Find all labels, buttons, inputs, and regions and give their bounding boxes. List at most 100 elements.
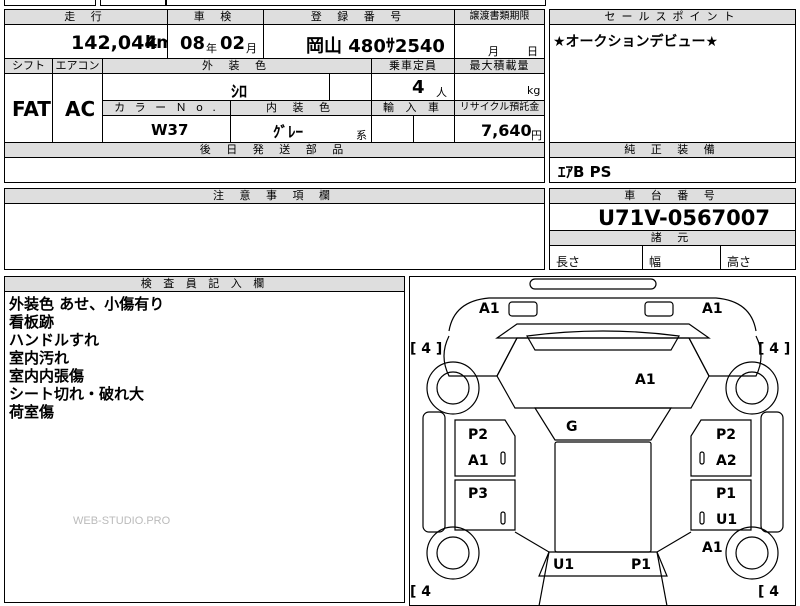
width-label: 幅 (649, 255, 662, 269)
damage-mark-windshield: G (566, 419, 578, 435)
damage-mark-right-p2: P2 (716, 427, 737, 443)
max-load-header: 最大積載量 (454, 58, 545, 74)
width-cell: 幅 (642, 245, 721, 270)
length-label: 長さ (556, 255, 581, 269)
delivery-parts-cell (4, 157, 545, 183)
inspector-note: 看板跡 (9, 313, 55, 331)
damage-mark-left-a1: A1 (468, 453, 489, 469)
mileage-unit: km (145, 33, 167, 53)
left-front-handle (500, 451, 506, 465)
tire-front-right-label: [ 4 ] (758, 341, 791, 357)
rear-left-wheel-inner (436, 536, 470, 570)
inspector-note: 室内内張傷 (9, 367, 85, 385)
inspection-year-unit: 年 (206, 42, 217, 55)
registration-number: 岡山 480ｻ2540 (306, 36, 445, 57)
watermark-text: WEB-STUDIO.PRO (73, 515, 171, 527)
recycle-deposit-value: 7,640 (481, 121, 532, 140)
capacity-cell: 4 人 (371, 73, 455, 101)
front-right-wheel-inner (735, 371, 769, 405)
import-car-cell-a (371, 115, 414, 143)
damage-mark-top-right: A1 (702, 301, 723, 317)
damage-mark-top-left: A1 (479, 301, 500, 317)
left-headlight-shape (508, 301, 538, 317)
capacity-unit: 人 (436, 86, 447, 99)
roof-shape (554, 441, 652, 553)
interior-color-suffix: 系 (356, 129, 367, 142)
damage-mark-left-p2: P2 (468, 427, 489, 443)
right-side-step (760, 411, 784, 533)
ac-cell: AC (52, 73, 103, 143)
exterior-color-value: ｼﾛ (231, 82, 248, 101)
chassis-number-value: U71V-0567007 (598, 206, 770, 230)
inspection-year: 08 (180, 33, 206, 54)
genuine-equipment-header: 純 正 装 備 (549, 142, 796, 158)
car-diagram-box: [ 4 ] [ 4 ] [ 4 [ 4 A1 A1 A1 G P2 A1 P2 … (409, 276, 796, 606)
inspection-month: 02 (220, 33, 246, 54)
chassis-number-cell: U71V-0567007 (549, 203, 796, 231)
genuine-equipment-value: ｴｱB PS (558, 163, 612, 181)
tire-front-left-label: [ 4 ] (410, 341, 443, 357)
registration-header: 登 録 番 号 (263, 9, 455, 25)
damage-mark-right-rear-a1: A1 (702, 540, 723, 556)
left-side-step (422, 411, 446, 533)
registration-cell: 岡山 480ｻ2540 (263, 24, 455, 59)
damage-mark-right-u1: U1 (716, 512, 738, 528)
inspector-notes-cell: 外装色 あせ、小傷有り 看板跡 ハンドルすれ 室内汚れ 室内内張傷 シート切れ・… (4, 291, 405, 603)
right-headlight-shape (644, 301, 674, 317)
damage-mark-rear-p1: P1 (631, 557, 652, 573)
transfer-month-unit: 月 (488, 45, 499, 58)
windshield-shape (533, 407, 673, 441)
rear-right-wheel-inner (735, 536, 769, 570)
top-strip-main (166, 0, 546, 6)
color-number-value: W37 (151, 121, 189, 139)
damage-mark-rear-u1: U1 (553, 557, 575, 573)
inspection-header: 車 検 (167, 9, 264, 25)
front-left-wheel-inner (436, 371, 470, 405)
length-cell: 長さ (549, 245, 643, 270)
sales-point-cell: ★オークションデビュー★ (549, 24, 796, 143)
top-strip-mid (100, 0, 166, 6)
interior-color-value: ｸﾞﾚｰ (273, 123, 304, 141)
left-rear-handle (500, 511, 506, 525)
front-bumper-shape (529, 278, 657, 290)
inspection-cell: 08 年 02 月 (167, 24, 264, 59)
sales-point-header: セールスポイント (549, 9, 796, 25)
exterior-color-extra-cell (329, 73, 372, 101)
front-left-wheel (426, 361, 480, 415)
sales-point-text: ★オークションデビュー★ (553, 34, 719, 50)
interior-color-header: 内 装 色 (230, 100, 372, 116)
shift-header: シフト (4, 58, 53, 74)
left-front-fender (443, 335, 518, 377)
exterior-color-cell: ｼﾛ (102, 73, 330, 101)
damage-mark-left-p3: P3 (468, 486, 489, 502)
chassis-number-header: 車 台 番 号 (549, 188, 796, 204)
rear-left-wheel (426, 526, 480, 580)
height-cell: 高さ (720, 245, 796, 270)
recycle-deposit-unit: 円 (531, 129, 542, 142)
transfer-day-unit: 日 (527, 45, 538, 58)
inspector-note: 外装色 あせ、小傷有り (9, 295, 165, 313)
inspector-note: 室内汚れ (9, 349, 70, 367)
tire-rear-right-label: [ 4 (758, 584, 780, 600)
height-label: 高さ (727, 255, 752, 269)
exterior-color-header: 外 装 色 (102, 58, 372, 74)
ac-header: エアコン (52, 58, 103, 74)
caution-cell (4, 203, 545, 270)
right-front-handle (699, 451, 705, 465)
inspector-note: ハンドルすれ (9, 331, 100, 349)
tire-rear-left-label: [ 4 (410, 584, 432, 600)
hood-inner (526, 330, 680, 351)
caution-header: 注 意 事 項 欄 (4, 188, 545, 204)
inspector-note: 荷室傷 (9, 403, 55, 421)
transfer-deadline-header: 譲渡書類期限 (454, 9, 545, 25)
capacity-value: 4 (412, 77, 425, 98)
mileage-cell: 142,044 km (4, 24, 168, 59)
genuine-equipment-cell: ｴｱB PS (549, 157, 796, 183)
recycle-deposit-header: リサイクル預託金 (454, 100, 545, 116)
delivery-parts-header: 後 日 発 送 部 品 (4, 142, 545, 158)
ac-value: AC (65, 97, 96, 121)
top-strip-left (4, 0, 96, 6)
inspector-note: シート切れ・破れ大 (9, 385, 145, 403)
damage-mark-right-a2: A2 (716, 453, 737, 469)
damage-mark-right-p1: P1 (716, 486, 737, 502)
